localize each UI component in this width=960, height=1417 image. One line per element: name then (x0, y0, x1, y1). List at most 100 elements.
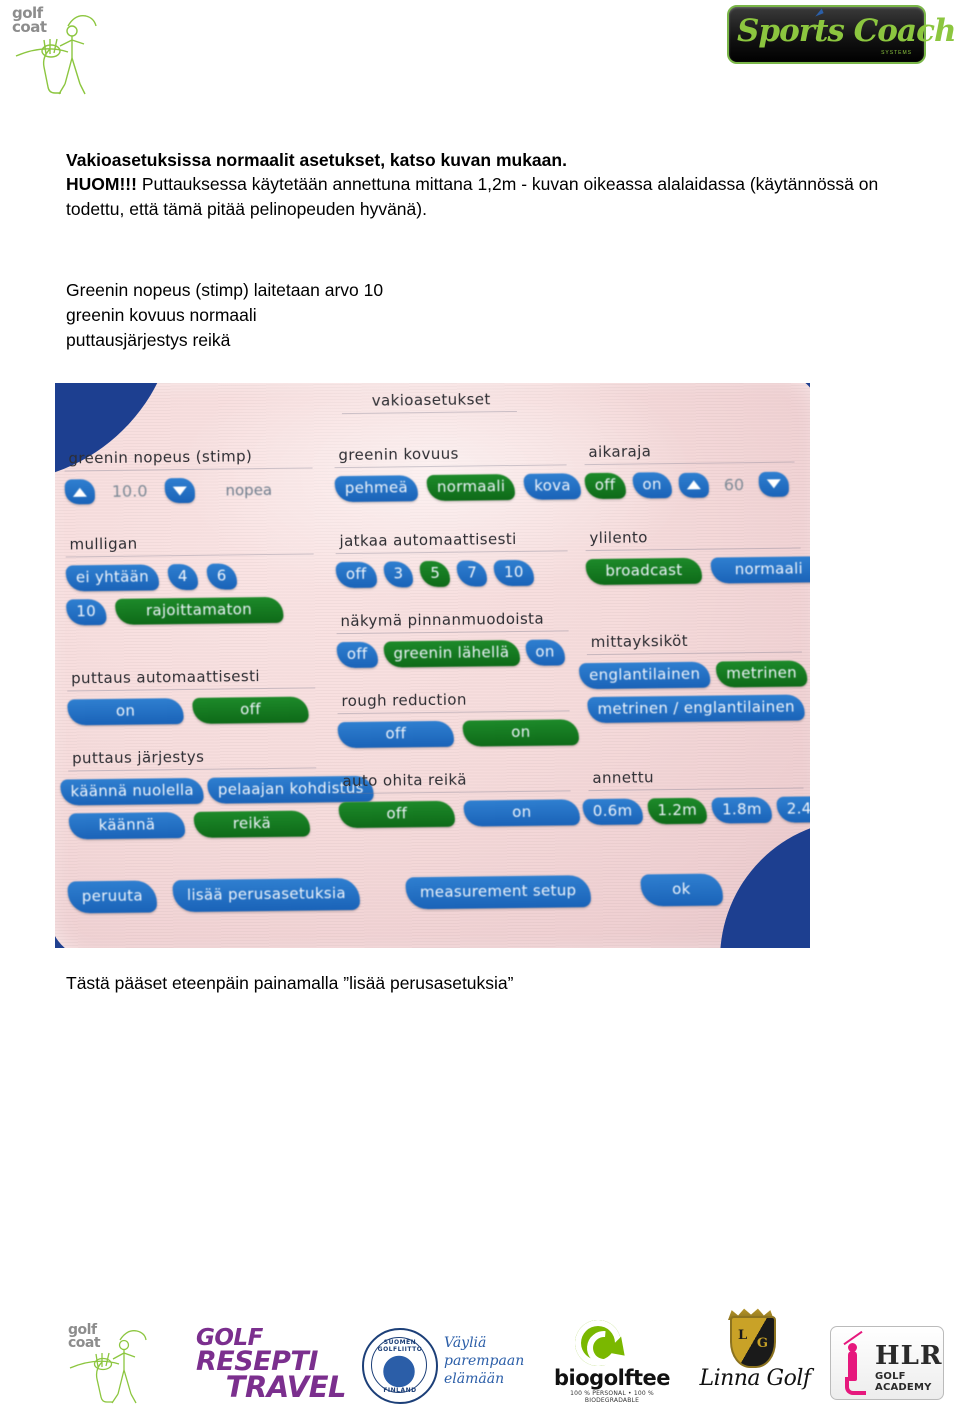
group-divider (68, 767, 317, 772)
group-label: auto ohita reikä (342, 770, 467, 791)
aikaraja-option-selected[interactable]: off (584, 472, 626, 500)
group-divider (588, 787, 804, 792)
auto-ohita-option[interactable]: on (463, 799, 580, 827)
group-controls: ei yhtään 4 6 (65, 562, 314, 592)
jatkaa-option[interactable]: 10 (493, 559, 534, 587)
annettu-option[interactable]: 2.4m (776, 796, 810, 823)
measurement-setup-button[interactable]: measurement setup (405, 875, 591, 910)
group-label: puttaus automaattisesti (71, 667, 261, 688)
nakyma-option-selected[interactable]: greenin lähellä (383, 639, 520, 668)
kovuus-option[interactable]: pehmeä (334, 475, 419, 503)
puttaus-auto-option-selected[interactable]: off (192, 696, 309, 724)
nakyma-option[interactable]: off (336, 641, 378, 669)
page-footer: golf coat GOLF RESEPTI TRAVEL SUOMEN GOL (0, 1308, 960, 1416)
group-divider (337, 710, 570, 715)
group-controls: 10 rajoittamaton (66, 596, 314, 626)
stimp-decrease-button[interactable] (164, 477, 195, 504)
puttaus-auto-option[interactable]: on (67, 698, 184, 726)
group-controls: off 3 5 7 10 (335, 559, 568, 589)
group-label: näkymä pinnanmuodoista (340, 609, 545, 631)
aikaraja-decrease-button[interactable] (758, 471, 790, 497)
hlr-subtitle: GOLF ACADEMY (875, 1371, 932, 1393)
group-controls: off on (338, 799, 580, 829)
page-header: golf coat Sports Coach SYSTEMS (0, 0, 960, 112)
ylilento-option[interactable]: normaali (710, 556, 810, 584)
seal-bottom-text: FINLAND (383, 1387, 417, 1394)
mulligan-option[interactable]: 6 (206, 563, 237, 590)
aikaraja-option[interactable]: on (632, 472, 672, 499)
group-label: mulligan (69, 534, 138, 554)
puttaus-jarjestys-option-selected[interactable]: reikä (193, 810, 311, 838)
group-label: greenin nopeus (stimp) (68, 447, 253, 468)
jatkaa-option[interactable]: off (335, 561, 377, 589)
mittayksikot-option[interactable]: englantilainen (578, 661, 711, 690)
group-divider (67, 687, 316, 692)
female-golfer-icon (839, 1330, 869, 1395)
stimp-increase-button[interactable] (64, 479, 96, 505)
stimp-value: 10.0 (111, 481, 148, 501)
puttaus-jarjestys-option[interactable]: käännä (68, 812, 186, 840)
golfliitto-seal-icon: SUOMEN GOLFLIITTO FINLAND (362, 1328, 438, 1404)
group-label: puttaus järjestys (71, 747, 205, 768)
footer-logo-biogolftee: biogolftee 100 % PERSONAL • 100 % BIODEG… (542, 1320, 682, 1410)
group-controls: 10.0 nopea (64, 476, 313, 505)
page-heading: Vakioasetuksissa normaalit asetukset, ka… (66, 150, 567, 170)
seal-top-text: SUOMEN GOLFLIITTO (377, 1339, 423, 1353)
group-divider (584, 461, 795, 466)
group-controls: broadcast normaali (585, 556, 810, 586)
mulligan-option-selected[interactable]: rajoittamaton (114, 596, 284, 625)
hlr-wordmark: HLR (875, 1341, 943, 1371)
footer-logo-golf-resepti-travel: GOLF RESEPTI TRAVEL (196, 1327, 347, 1402)
kovuus-option-selected[interactable]: normaali (426, 473, 516, 502)
group-label: annettu (592, 768, 655, 788)
mittayksikot-option-selected[interactable]: metrinen (716, 660, 808, 688)
group-puttaus-automaattisesti: puttaus automaattisesti on off (67, 666, 316, 726)
group-controls: 0.6m 1.2m 1.8m 2.4m (582, 796, 810, 826)
jatkaa-option[interactable]: 7 (457, 560, 488, 587)
nakyma-option[interactable]: on (525, 639, 565, 666)
group-controls: käännä nuolella pelaajan kohdistus (60, 775, 374, 806)
group-label: aikaraja (588, 442, 652, 462)
mulligan-option[interactable]: 4 (167, 563, 198, 591)
settings-summary-list: Greenin nopeus (stimp) laitetaan arvo 10… (66, 278, 896, 353)
cancel-button[interactable]: peruuta (67, 880, 158, 914)
golfliitto-slogan: Väyliä parempaan elämään (444, 1335, 525, 1387)
jatkaa-option-selected[interactable]: 5 (420, 560, 451, 588)
annettu-option-selected[interactable]: 1.2m (647, 797, 708, 825)
note-paragraph: HUOM!!! Puttauksessa käytetään annettuna… (66, 172, 896, 222)
golf-coat-logo: golf coat (10, 4, 130, 104)
group-controls: metrinen / englantilainen (587, 694, 806, 724)
more-settings-button[interactable]: lisää perusasetuksia (172, 877, 361, 913)
ylilento-option-selected[interactable]: broadcast (585, 557, 703, 586)
group-puttaus-jarjestys: puttaus järjestys käännä nuolella pelaaj… (60, 746, 374, 840)
mittayksikot-option[interactable]: metrinen / englantilainen (587, 694, 806, 724)
footer-logo-linna-golf: L G Linna Golf (690, 1308, 820, 1411)
group-label: rough reduction (341, 690, 467, 711)
group-label: mittayksiköt (590, 631, 689, 652)
sports-coach-wordmark: Sports Coach (737, 13, 956, 49)
aikaraja-increase-button[interactable] (678, 472, 709, 498)
annettu-option[interactable]: 0.6m (582, 798, 643, 826)
puttaus-jarjestys-option[interactable]: käännä nuolella (60, 777, 205, 806)
footer-logo-golf-coat: golf coat (62, 1320, 182, 1412)
auto-ohita-option-selected[interactable]: off (338, 800, 455, 829)
kovuus-option[interactable]: kova (524, 473, 582, 500)
photo-caption: Tästä pääset eteenpäin painamalla ”lisää… (66, 973, 514, 993)
rough-reduction-option-selected[interactable]: on (462, 719, 579, 747)
settings-summary-line: greenin kovuus normaali (66, 305, 257, 325)
linna-crest-icon: L G (730, 1316, 776, 1368)
biogolftee-wordmark: biogolftee (554, 1366, 670, 1390)
mulligan-option[interactable]: ei yhtään (65, 564, 160, 592)
jatkaa-option[interactable]: 3 (383, 561, 414, 588)
dialog-title: vakioasetukset (371, 390, 491, 410)
group-nakyma-pinnanmuodoista: näkymä pinnanmuodoista off greenin lähel… (336, 609, 569, 669)
settings-summary-line: Greenin nopeus (stimp) laitetaan arvo 10 (66, 280, 384, 300)
group-divider (335, 550, 568, 555)
group-controls: on off (67, 696, 315, 726)
rough-reduction-option[interactable]: off (337, 720, 454, 749)
ok-button[interactable]: ok (640, 873, 723, 907)
mulligan-option[interactable]: 10 (66, 598, 107, 626)
biogolftee-tagline: 100 % PERSONAL • 100 % BIODEGRADABLE (570, 1390, 654, 1404)
group-aikaraja: aikaraja off on 60 (584, 441, 795, 500)
annettu-option[interactable]: 1.8m (711, 796, 772, 824)
